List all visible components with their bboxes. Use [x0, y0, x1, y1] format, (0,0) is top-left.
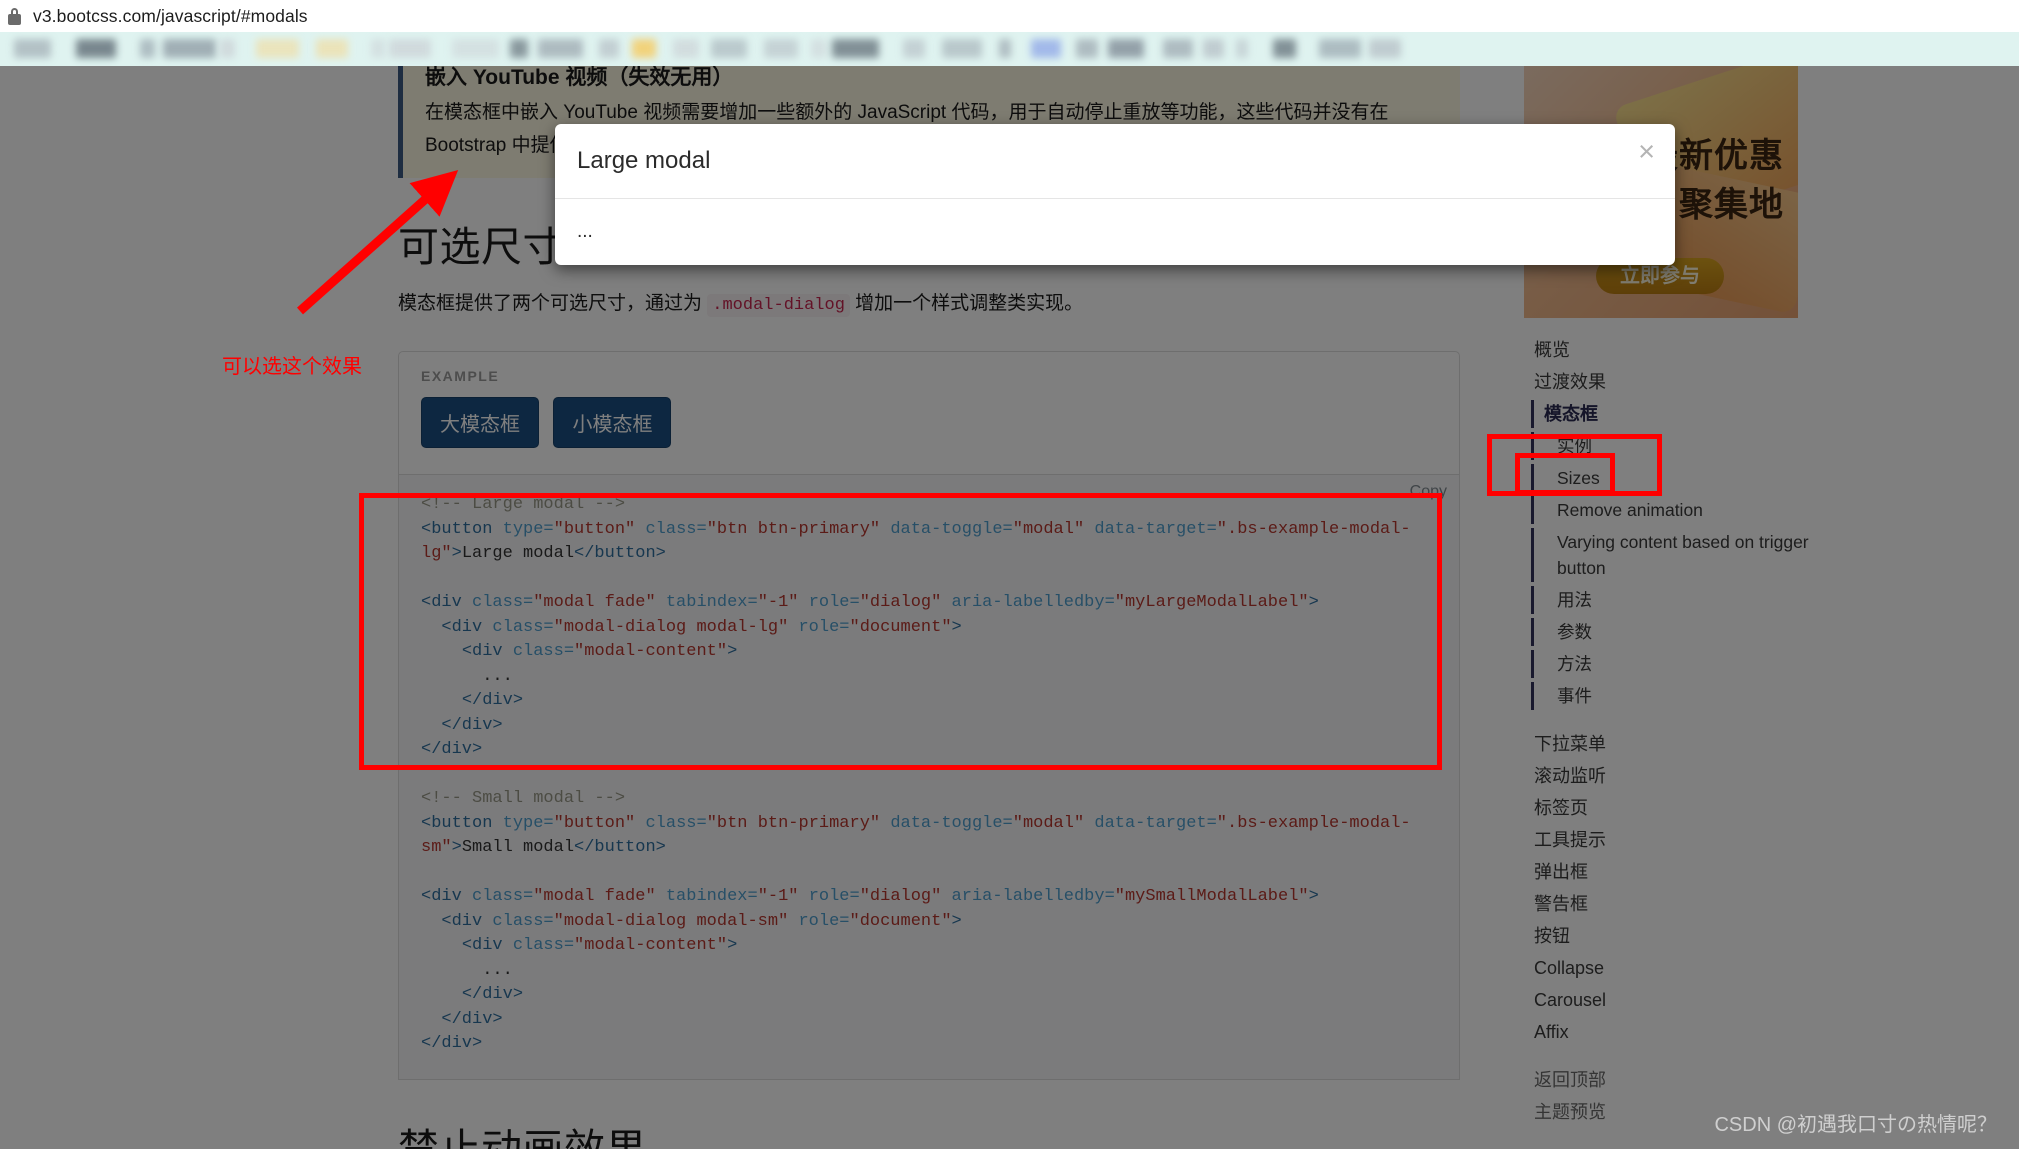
red-arrow-annotation — [297, 170, 459, 315]
bookmark-item[interactable] — [1031, 39, 1061, 58]
bookmarks-bar[interactable] — [0, 32, 2019, 66]
close-icon[interactable]: × — [1638, 138, 1655, 167]
bookmark-item[interactable] — [1236, 39, 1248, 58]
red-highlight-box-nav-inner — [1515, 453, 1615, 495]
bookmark-item[interactable] — [76, 39, 116, 58]
annotation-text: 可以选这个效果 — [222, 356, 362, 378]
bookmark-item[interactable] — [140, 39, 155, 58]
bookmark-item[interactable] — [510, 39, 528, 58]
bookmark-item[interactable] — [1203, 39, 1224, 58]
bookmark-item[interactable] — [599, 39, 619, 58]
bookmark-item[interactable] — [1108, 39, 1144, 58]
large-modal-dialog: Large modal × ... — [555, 124, 1675, 265]
bookmark-item[interactable] — [1076, 39, 1098, 58]
bookmark-item[interactable] — [764, 39, 798, 58]
bookmark-item[interactable] — [903, 39, 925, 58]
bookmark-item[interactable] — [371, 39, 385, 58]
modal-title: Large modal — [577, 147, 711, 174]
bookmark-item[interactable] — [163, 39, 216, 58]
bookmark-item[interactable] — [1273, 39, 1296, 58]
bookmark-item[interactable] — [316, 39, 348, 58]
bookmark-item[interactable] — [389, 39, 431, 58]
lock-icon — [8, 7, 21, 25]
bookmark-item[interactable] — [711, 39, 747, 58]
bookmark-item[interactable] — [942, 39, 982, 58]
page-viewport: 嵌入 YouTube 视频（失效无用） 在模态框中嵌入 YouTube 视频需要… — [0, 66, 2019, 1149]
bookmark-item[interactable] — [256, 39, 299, 58]
bookmark-item[interactable] — [811, 39, 826, 58]
red-highlight-box-code — [359, 493, 1442, 770]
bookmark-item[interactable] — [1369, 39, 1401, 58]
bookmark-item[interactable] — [220, 39, 235, 58]
csdn-watermark: CSDN @初遇我口寸の热情呢？ — [1714, 1114, 1997, 1136]
bookmark-item[interactable] — [452, 39, 499, 58]
browser-chrome: v3.bootcss.com/javascript/#modals — [0, 0, 2019, 32]
modal-body: ... — [577, 221, 593, 242]
bookmark-item[interactable] — [14, 39, 51, 58]
bookmark-item[interactable] — [632, 39, 656, 58]
bookmark-item[interactable] — [538, 39, 583, 58]
bookmark-item[interactable] — [832, 39, 879, 58]
bookmark-item[interactable] — [1319, 39, 1361, 58]
bookmark-item[interactable] — [673, 39, 699, 58]
bookmark-item[interactable] — [1163, 39, 1193, 58]
bookmark-item[interactable] — [999, 39, 1011, 58]
modal-header: Large modal × — [555, 124, 1675, 199]
address-bar-url[interactable]: v3.bootcss.com/javascript/#modals — [33, 6, 308, 27]
